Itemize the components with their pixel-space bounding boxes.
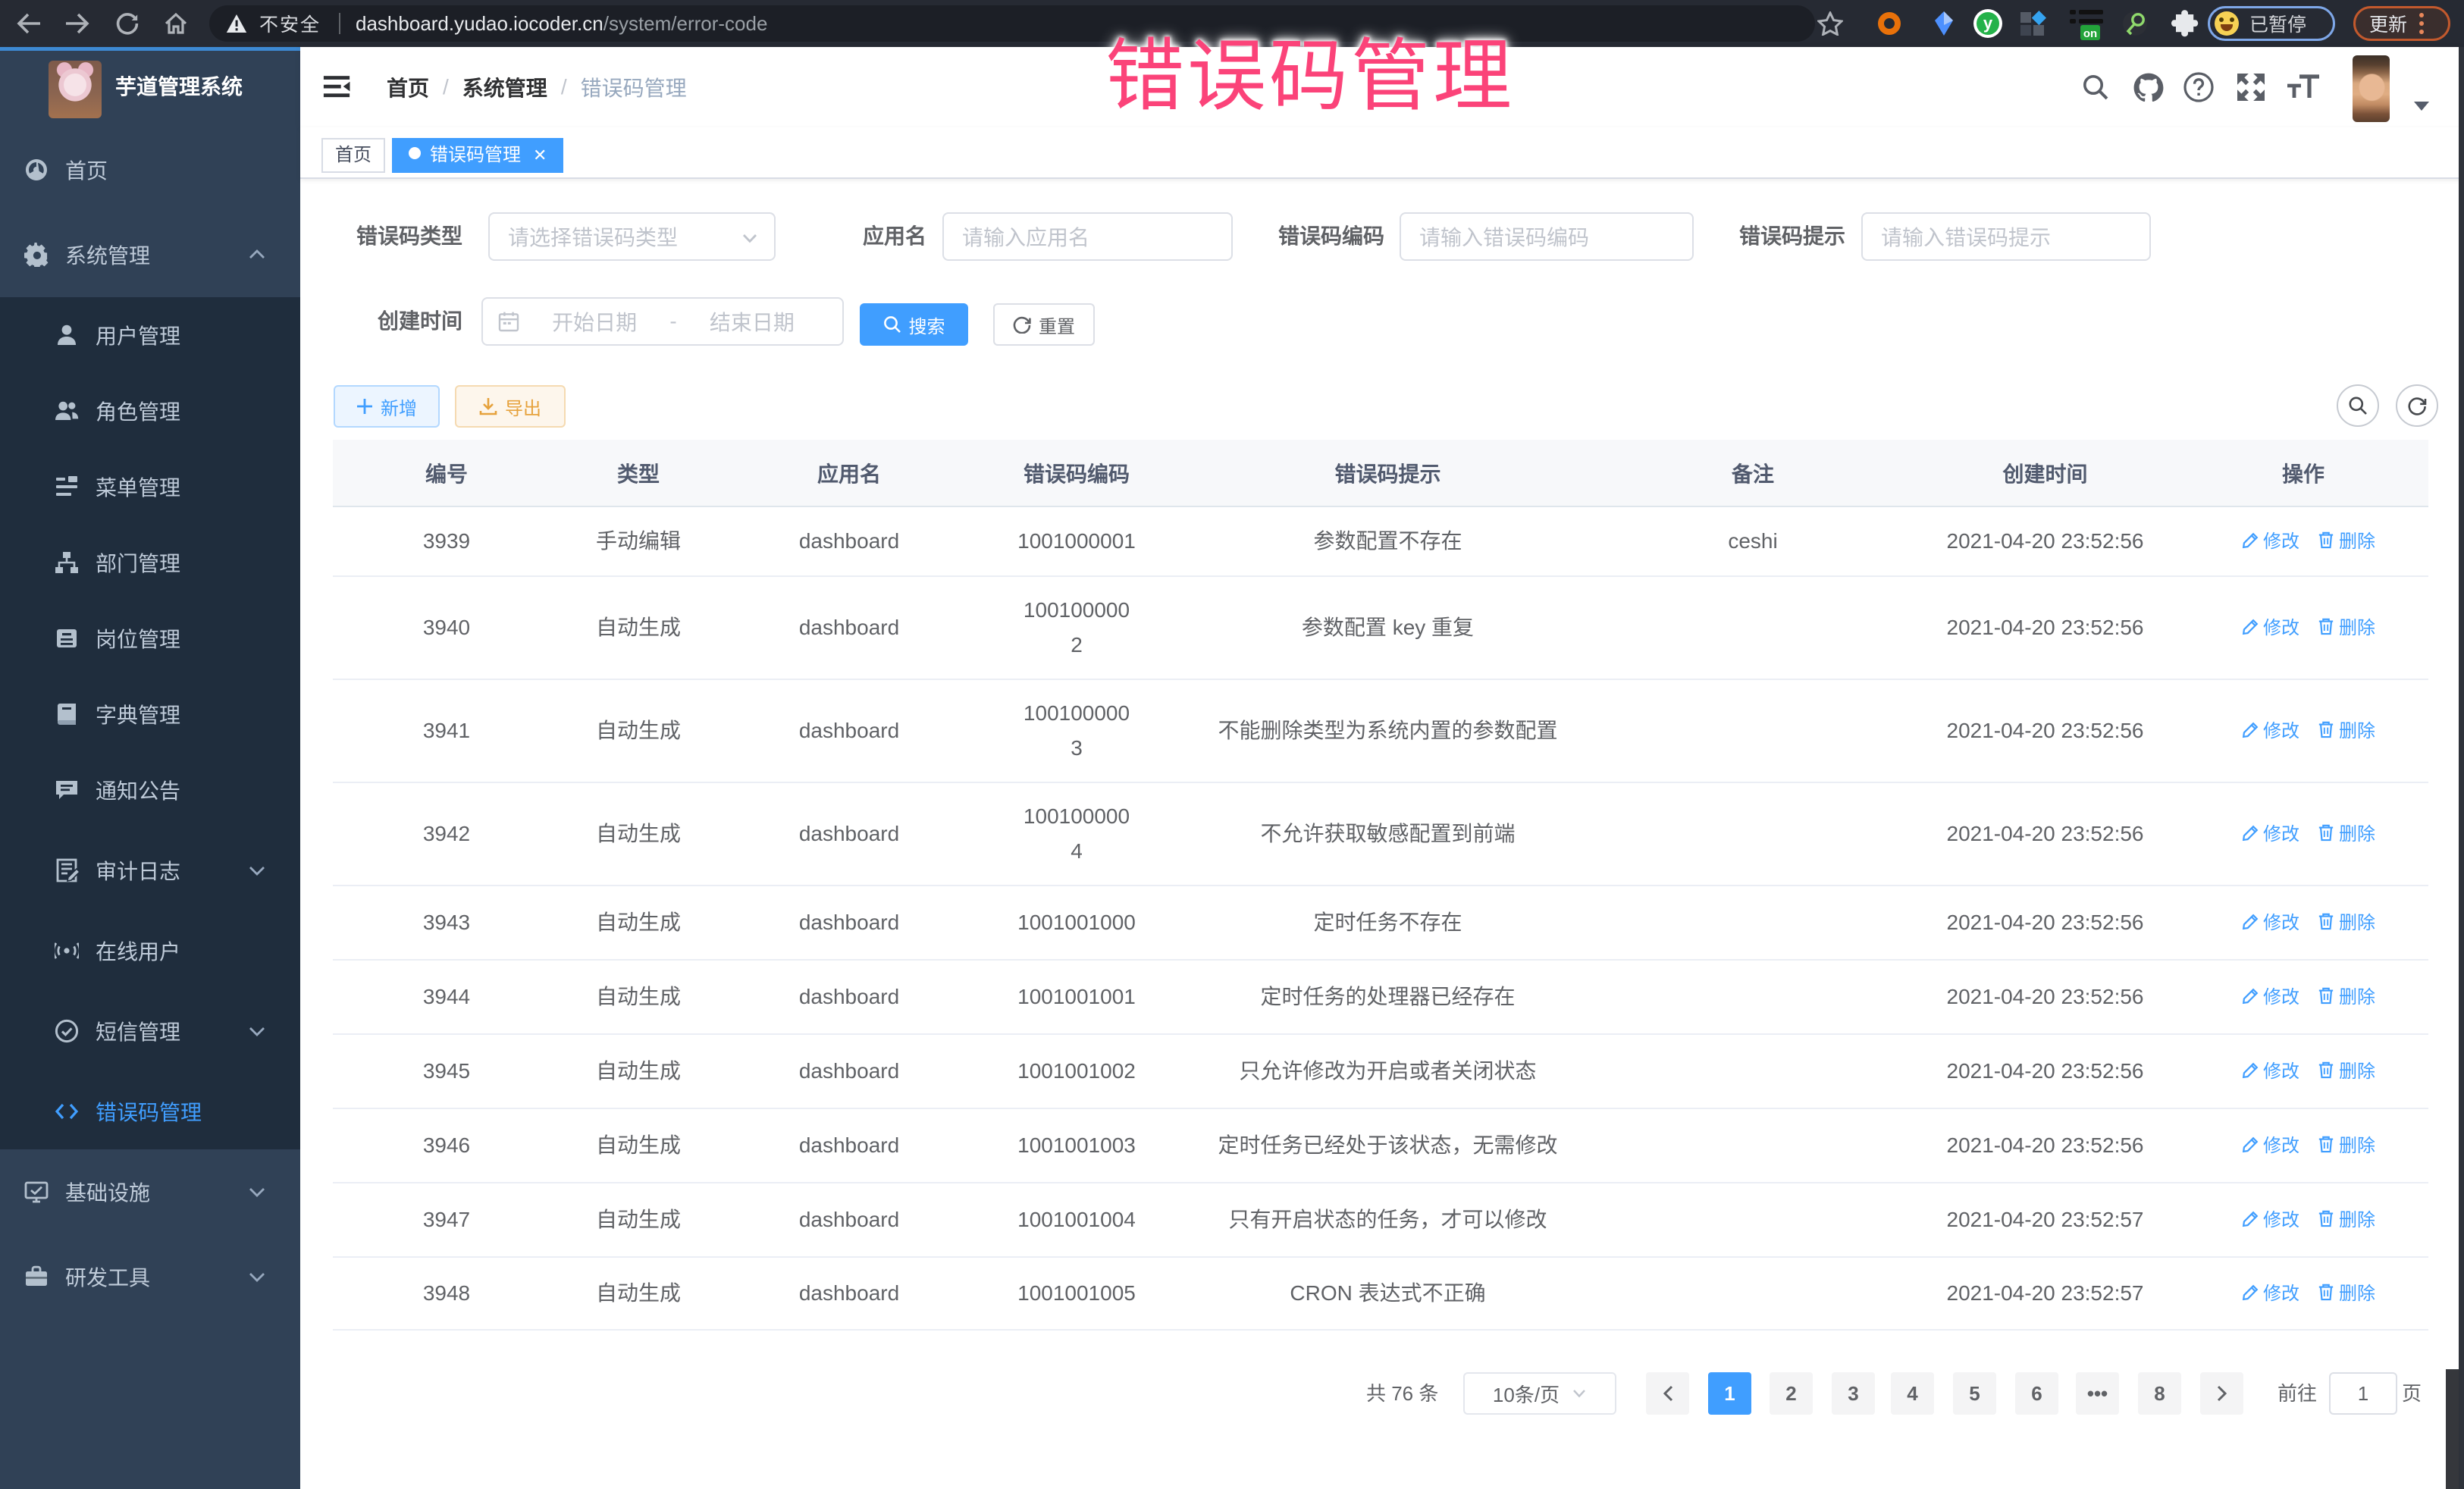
svg-text:on: on <box>2083 27 2097 40</box>
